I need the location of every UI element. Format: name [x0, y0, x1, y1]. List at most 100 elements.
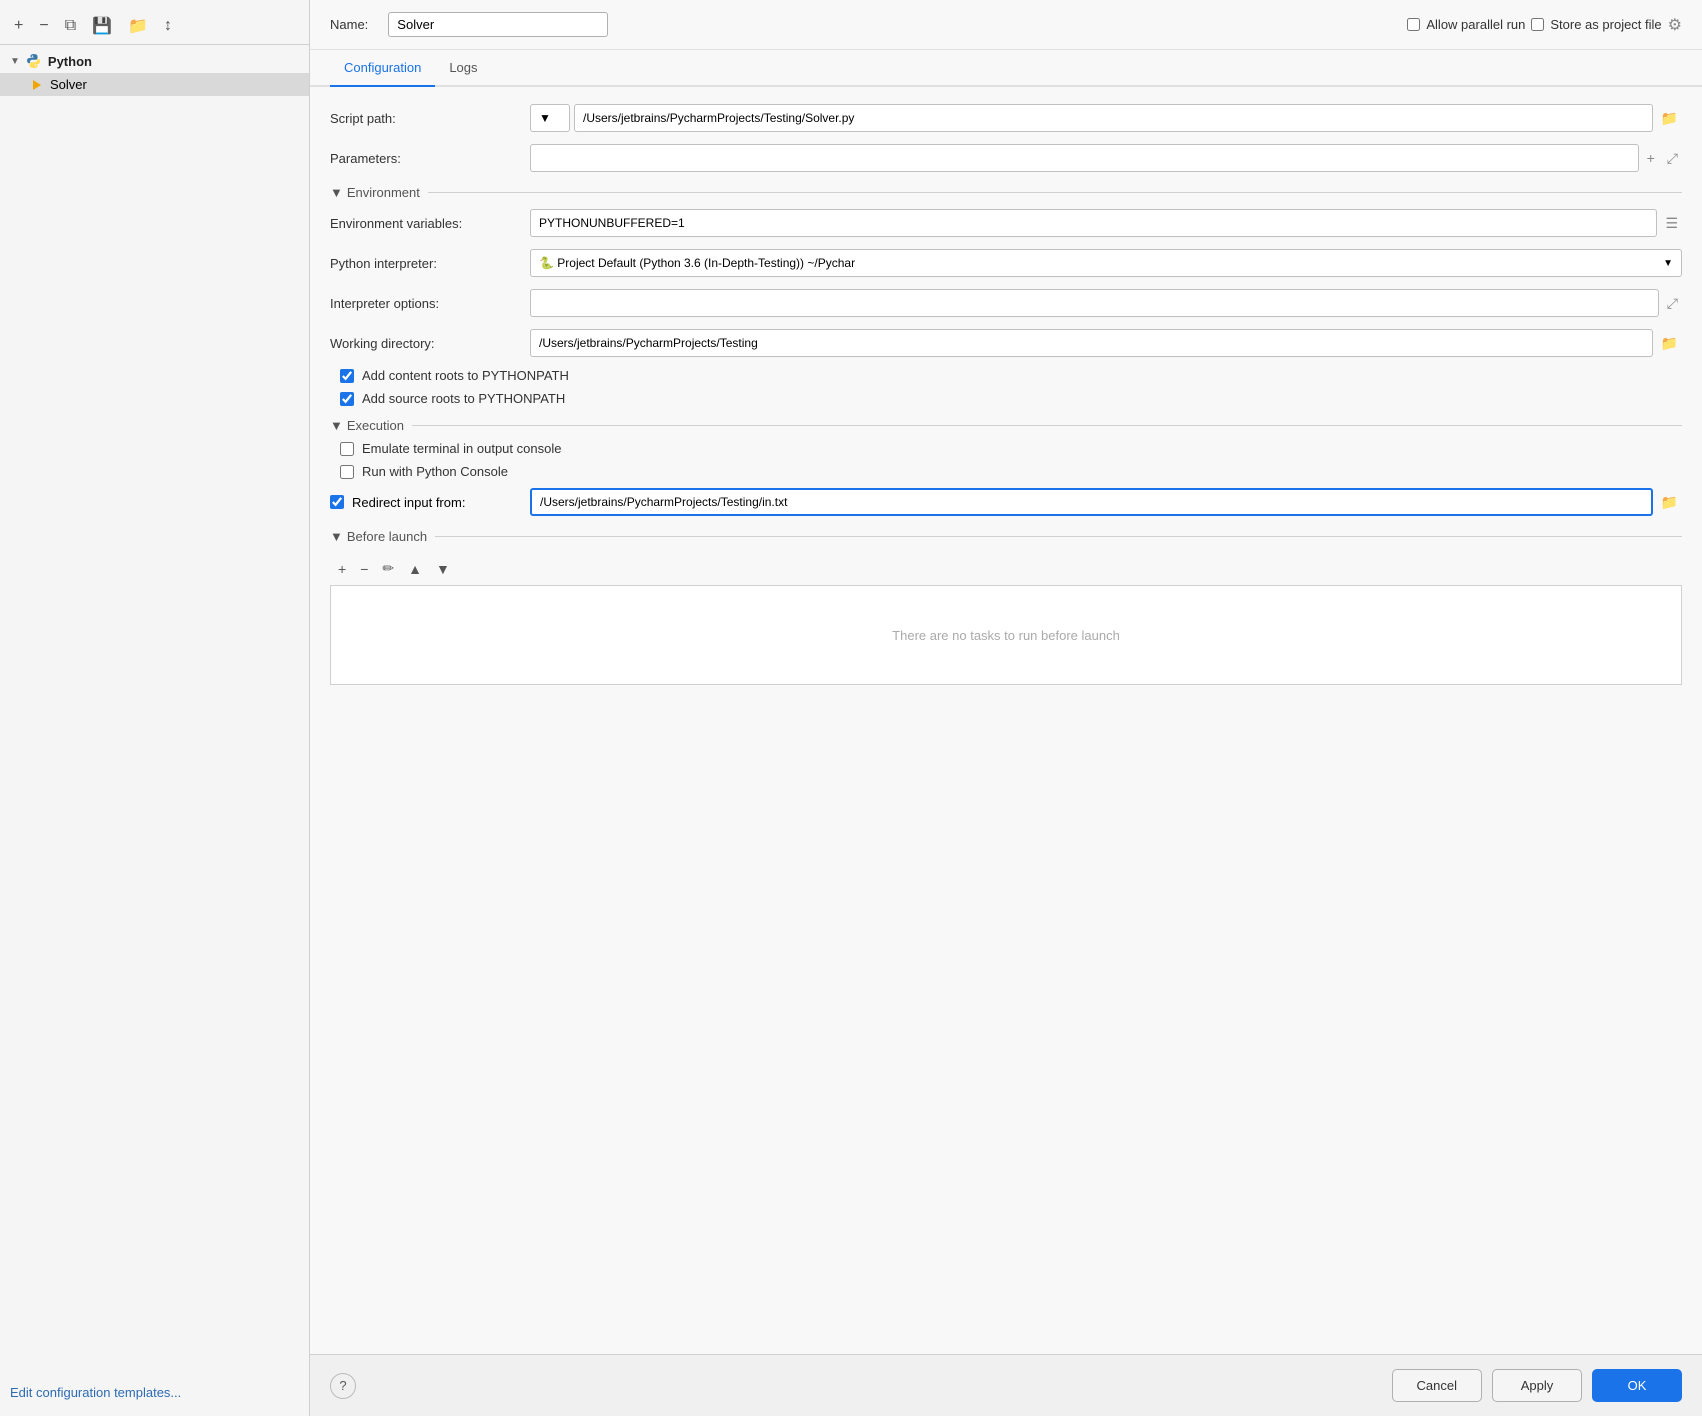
interpreter-options-field: ⤢ — [530, 289, 1682, 317]
save-config-button[interactable]: 💾 — [88, 14, 116, 38]
emulate-terminal-checkbox[interactable] — [340, 442, 354, 456]
environment-label: Environment — [347, 185, 420, 200]
parameters-field: + ⤢ — [530, 144, 1682, 172]
execution-label: Execution — [347, 418, 404, 433]
store-project-label: Store as project file — [1550, 17, 1661, 32]
name-input[interactable] — [388, 12, 608, 37]
env-vars-input[interactable] — [530, 209, 1657, 237]
interpreter-options-input[interactable] — [530, 289, 1659, 317]
working-dir-row: Working directory: 📁 — [330, 328, 1682, 358]
execution-arrow-icon: ▼ — [330, 418, 343, 433]
remove-config-button[interactable]: − — [35, 15, 52, 37]
working-dir-input[interactable] — [530, 329, 1653, 357]
launch-empty-area: There are no tasks to run before launch — [330, 585, 1682, 685]
no-tasks-label: There are no tasks to run before launch — [892, 628, 1120, 643]
script-path-folder-btn[interactable]: 📁 — [1657, 108, 1682, 129]
parameters-input[interactable] — [530, 144, 1639, 172]
emulate-terminal-row: Emulate terminal in output console — [330, 441, 1682, 456]
launch-edit-btn[interactable]: ✏ — [378, 558, 398, 579]
dropdown-arrow-icon: ▼ — [539, 111, 551, 125]
apply-button[interactable]: Apply — [1492, 1369, 1582, 1402]
name-label: Name: — [330, 17, 368, 32]
add-config-button[interactable]: + — [10, 15, 27, 37]
before-launch-toggle-btn[interactable]: ▼ Before launch — [330, 529, 427, 544]
run-python-console-row: Run with Python Console — [330, 464, 1682, 479]
dialog-footer: ? Cancel Apply OK — [310, 1354, 1702, 1416]
script-path-dropdown-btn[interactable]: ▼ — [530, 104, 570, 132]
redirect-input-checkbox[interactable] — [330, 495, 344, 509]
interpreter-dropdown[interactable]: 🐍 Project Default (Python 3.6 (In-Depth-… — [530, 249, 1682, 277]
allow-parallel-label: Allow parallel run — [1426, 17, 1525, 32]
before-launch-label: Before launch — [347, 529, 427, 544]
launch-up-btn[interactable]: ▲ — [404, 558, 426, 579]
interpreter-dropdown-arrow: ▼ — [1663, 258, 1673, 269]
script-path-input[interactable] — [574, 104, 1653, 132]
cancel-button[interactable]: Cancel — [1392, 1369, 1482, 1402]
working-dir-folder-btn[interactable]: 📁 — [1657, 333, 1682, 354]
redirect-input-input[interactable] — [530, 488, 1653, 516]
source-roots-checkbox[interactable] — [340, 392, 354, 406]
ok-button[interactable]: OK — [1592, 1369, 1682, 1402]
store-project-checkbox[interactable] — [1531, 18, 1544, 31]
sidebar-solver-item[interactable]: Solver — [0, 73, 309, 96]
sort-config-button[interactable]: ↕ — [160, 15, 176, 37]
run-python-console-checkbox[interactable] — [340, 465, 354, 479]
content-panel: Name: Allow parallel run Store as projec… — [310, 0, 1702, 1416]
expand-arrow-icon: ▼ — [10, 56, 20, 67]
run-python-console-label: Run with Python Console — [362, 464, 508, 479]
launch-add-btn[interactable]: + — [334, 558, 350, 579]
environment-section-header: ▼ Environment — [330, 185, 1682, 200]
source-roots-row: Add source roots to PYTHONPATH — [330, 391, 1682, 406]
parameters-add-btn[interactable]: + — [1643, 148, 1659, 168]
form-content: Script path: ▼ 📁 Parameters: + ⤢ — [310, 87, 1702, 1354]
before-launch-header: ▼ Before launch — [330, 529, 1682, 544]
content-roots-checkbox[interactable] — [340, 369, 354, 383]
working-dir-label: Working directory: — [330, 336, 530, 351]
launch-toolbar: + − ✏ ▲ ▼ — [330, 552, 1682, 585]
emulate-terminal-label: Emulate terminal in output console — [362, 441, 561, 456]
interpreter-field: 🐍 Project Default (Python 3.6 (In-Depth-… — [530, 249, 1682, 277]
config-header: Name: Allow parallel run Store as projec… — [310, 0, 1702, 50]
env-vars-row: Environment variables: ☰ — [330, 208, 1682, 238]
env-vars-field: ☰ — [530, 209, 1682, 237]
env-vars-edit-btn[interactable]: ☰ — [1661, 213, 1682, 234]
source-roots-label: Add source roots to PYTHONPATH — [362, 391, 565, 406]
gear-button[interactable]: ⚙ — [1668, 15, 1682, 35]
header-options: Allow parallel run Store as project file… — [1407, 15, 1682, 35]
before-launch-section: ▼ Before launch + − ✏ ▲ ▼ There are no t… — [330, 529, 1682, 685]
tab-configuration[interactable]: Configuration — [330, 50, 435, 87]
edit-config-templates-link[interactable]: Edit configuration templates... — [0, 1377, 309, 1408]
python-icon — [26, 53, 42, 69]
interpreter-options-row: Interpreter options: ⤢ — [330, 288, 1682, 318]
redirect-input-folder-btn[interactable]: 📁 — [1657, 492, 1682, 513]
interpreter-options-label: Interpreter options: — [330, 296, 530, 311]
script-path-row: Script path: ▼ 📁 — [330, 103, 1682, 133]
copy-config-button[interactable]: ⧉ — [61, 15, 80, 37]
redirect-input-label: Redirect input from: — [352, 495, 465, 510]
env-vars-label: Environment variables: — [330, 216, 530, 231]
working-dir-field: 📁 — [530, 329, 1682, 357]
interpreter-options-expand-btn[interactable]: ⤢ — [1663, 293, 1682, 314]
sidebar-toolbar: + − ⧉ 💾 📁 ↕ — [0, 8, 309, 45]
interpreter-row: Python interpreter: 🐍 Project Default (P… — [330, 248, 1682, 278]
execution-toggle-btn[interactable]: ▼ Execution — [330, 418, 404, 433]
sidebar: + − ⧉ 💾 📁 ↕ ▼ — [0, 0, 310, 1416]
launch-remove-btn[interactable]: − — [356, 558, 372, 579]
sidebar-python-group[interactable]: ▼ Python — [0, 49, 309, 73]
sidebar-solver-label: Solver — [50, 77, 87, 92]
help-button[interactable]: ? — [330, 1373, 356, 1399]
execution-section-header: ▼ Execution — [330, 418, 1682, 433]
launch-down-btn[interactable]: ▼ — [432, 558, 454, 579]
environment-toggle-btn[interactable]: ▼ Environment — [330, 185, 420, 200]
folder-config-button[interactable]: 📁 — [124, 14, 152, 38]
script-path-field: ▼ 📁 — [530, 104, 1682, 132]
sidebar-python-label: Python — [48, 54, 92, 69]
tab-logs[interactable]: Logs — [435, 50, 491, 87]
parameters-label: Parameters: — [330, 151, 530, 166]
environment-arrow-icon: ▼ — [330, 185, 343, 200]
parameters-row: Parameters: + ⤢ — [330, 143, 1682, 173]
main-container: + − ⧉ 💾 📁 ↕ ▼ — [0, 0, 1702, 1416]
allow-parallel-checkbox[interactable] — [1407, 18, 1420, 31]
parameters-expand-btn[interactable]: ⤢ — [1663, 148, 1682, 169]
redirect-input-field: 📁 — [530, 488, 1682, 516]
